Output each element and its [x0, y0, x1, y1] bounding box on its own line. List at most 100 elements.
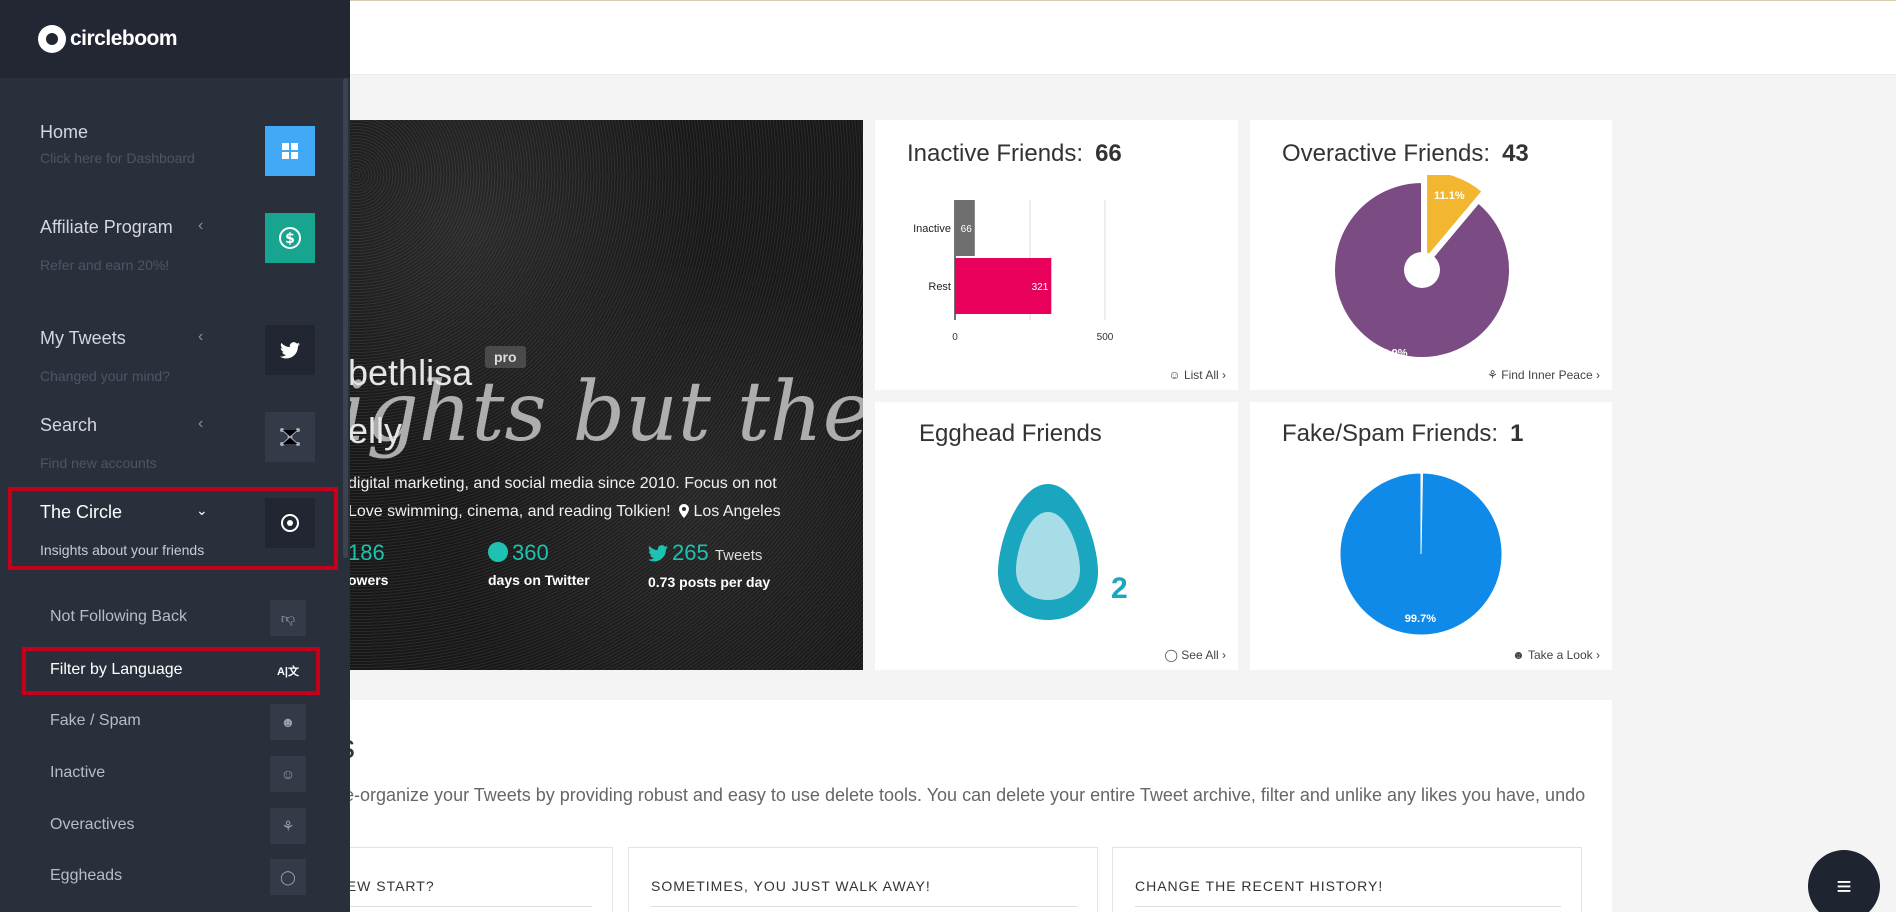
- feature-card-recent-history[interactable]: CHANGE THE RECENT HISTORY!: [1112, 847, 1582, 912]
- list-all-link[interactable]: ☺ List All ›: [1168, 368, 1226, 382]
- sidebar-item-subtitle: Find new accounts: [40, 455, 157, 471]
- network-icon: [265, 412, 315, 462]
- menu-icon: ≡: [1836, 870, 1852, 901]
- fake-title: Fake/Spam Friends:: [1282, 420, 1499, 447]
- circleboom-logo[interactable]: circleboom: [38, 25, 178, 53]
- twitter-icon: [265, 325, 315, 375]
- sidebar-item-affiliate[interactable]: Affiliate Program ‹ Refer and earn 20%! …: [0, 205, 330, 285]
- menu-fab-button[interactable]: ≡: [1808, 850, 1880, 912]
- location-icon: [679, 500, 689, 518]
- dollar-icon: $: [265, 213, 315, 263]
- sidebar-scrollbar[interactable]: [343, 78, 348, 558]
- list-all-label: List All: [1183, 368, 1219, 382]
- sidebar-subitem-eggheads[interactable]: Eggheads ◯: [0, 855, 330, 899]
- bio-line1: digital marketing, and social media sinc…: [348, 475, 777, 492]
- dashboard-icon: [265, 126, 315, 176]
- see-all-label: See All: [1181, 648, 1219, 662]
- sidebar-item-the-circle[interactable]: The Circle ⌄ Insights about your friends: [0, 490, 330, 568]
- brain-icon: ⚘: [1487, 368, 1498, 382]
- profile-name-line1: bethlisa: [348, 352, 473, 393]
- subitem-label: Eggheads: [50, 867, 123, 884]
- feature-card-title: CHANGE THE RECENT HISTORY!: [1135, 878, 1384, 894]
- tick-label: 0: [952, 332, 958, 343]
- find-inner-peace-label: Find Inner Peace: [1501, 368, 1593, 382]
- sidebar: circleboom Home Click here for Dashboard…: [0, 0, 350, 912]
- slice-label: 88.9%: [1376, 348, 1407, 360]
- bio-line2: Love swimming, cinema, and reading Tolki…: [348, 503, 671, 520]
- egg-icon: [998, 484, 1098, 620]
- sidebar-item-home[interactable]: Home Click here for Dashboard: [0, 110, 330, 190]
- fake-spam-friends-card: Fake/Spam Friends: 1 99.7% ☻ Take a Look …: [1250, 402, 1612, 670]
- chevron-down-icon: ⌄: [196, 502, 208, 518]
- logo-text: circleboom: [70, 27, 178, 50]
- see-all-link[interactable]: ◯ See All ›: [1165, 648, 1226, 662]
- sidebar-item-search[interactable]: Search ‹ Find new accounts: [0, 408, 330, 478]
- inactive-count: 66: [1095, 140, 1122, 167]
- sidebar-item-label: Search: [40, 415, 98, 435]
- days-stat: 360 days on Twitter: [488, 540, 590, 588]
- sidebar-item-label: Home: [40, 122, 89, 142]
- logo-icon: [38, 25, 66, 53]
- value-label: 321: [1032, 282, 1049, 293]
- sidebar-subitem-not-following-back[interactable]: Not Following Back 👎︎: [0, 596, 330, 640]
- followers-num: 186: [348, 540, 385, 565]
- category-label: Rest: [928, 281, 951, 293]
- sidebar-item-my-tweets[interactable]: My Tweets ‹ Changed your mind?: [0, 320, 330, 400]
- egg-icon: ◯: [270, 859, 306, 895]
- inactive-title: Inactive Friends:: [907, 140, 1084, 167]
- chevron-left-icon: ‹: [198, 328, 204, 345]
- subitem-label: Overactives: [50, 816, 135, 833]
- category-label: Inactive: [913, 223, 951, 235]
- egg-small-icon: ◯: [1164, 648, 1178, 662]
- sidebar-subitem-inactive[interactable]: Inactive ☺: [0, 752, 330, 796]
- sleepy-face-icon: ☺: [270, 756, 306, 792]
- overactive-pie-chart: 11.1% 88.9%: [1333, 175, 1511, 360]
- egghead-title: Egghead Friends: [919, 420, 1102, 447]
- tweets-per-day: 0.73 posts per day: [648, 574, 771, 590]
- slice-label: 11.1%: [1434, 190, 1465, 202]
- location-text: Los Angeles: [693, 503, 781, 520]
- sidebar-item-subtitle: Insights about your friends: [40, 542, 205, 558]
- profile-name-line2: elly: [348, 410, 403, 451]
- take-a-look-link[interactable]: ☻ Take a Look ›: [1512, 648, 1600, 662]
- subitem-label: Not Following Back: [50, 608, 187, 625]
- value-label: 66: [961, 224, 973, 235]
- sidebar-item-subtitle: Refer and earn 20%!: [40, 257, 170, 273]
- chevron-left-icon: ‹: [198, 415, 204, 432]
- sidebar-header: circleboom: [0, 0, 350, 78]
- tweets-stat: 265 Tweets 0.73 posts per day: [648, 540, 770, 590]
- sidebar-item-label: The Circle: [40, 502, 123, 522]
- svg-text:$: $: [285, 231, 295, 247]
- tweet-tools-panel: s e-organize your Tweets by providing ro…: [260, 700, 1612, 912]
- subitem-label: Filter by Language: [50, 661, 183, 678]
- feature-card-walk-away[interactable]: SOMETIMES, YOU JUST WALK AWAY!: [628, 847, 1098, 912]
- profile-bio: digital marketing, and social media sinc…: [348, 470, 863, 526]
- chevron-right-icon: ›: [1596, 368, 1600, 382]
- fake-count: 1: [1510, 420, 1524, 447]
- translate-icon: A|文: [270, 653, 306, 689]
- spam-icon: ☻: [1512, 648, 1525, 662]
- overactive-title: Overactive Friends:: [1282, 140, 1491, 167]
- brain-icon: ⚘: [270, 808, 306, 844]
- overactive-friends-card: Overactive Friends: 43 11.1% 88.9% ⚘ Find …: [1250, 120, 1612, 390]
- sidebar-subitem-overactives[interactable]: Overactives ⚘: [0, 804, 330, 848]
- days-num: 360: [512, 540, 549, 565]
- smile-icon: ☺: [1168, 368, 1181, 382]
- thumbs-down-icon: 👎︎: [270, 600, 306, 636]
- chevron-left-icon: ‹: [198, 217, 204, 234]
- egghead-friends-card: Egghead Friends 2 ◯ See All ›: [875, 402, 1238, 670]
- twitter-icon: [648, 542, 668, 568]
- find-inner-peace-link[interactable]: ⚘ Find Inner Peace ›: [1487, 368, 1600, 382]
- sidebar-subitem-fake-spam[interactable]: Fake / Spam ☻: [0, 700, 330, 744]
- spam-icon: ☻: [270, 704, 306, 740]
- tweets-num: 265: [672, 540, 709, 565]
- overactive-count: 43: [1502, 140, 1529, 167]
- tweets-word: Tweets: [714, 547, 763, 564]
- pie-slice: [1339, 472, 1503, 636]
- sidebar-subitem-filter-by-language[interactable]: Filter by Language A|文: [0, 649, 330, 693]
- egghead-count: 2: [1111, 572, 1128, 605]
- badge-icon: [488, 542, 508, 562]
- subitem-label: Fake / Spam: [50, 712, 141, 729]
- take-a-look-label: Take a Look: [1527, 648, 1593, 662]
- chevron-right-icon: ›: [1222, 368, 1226, 382]
